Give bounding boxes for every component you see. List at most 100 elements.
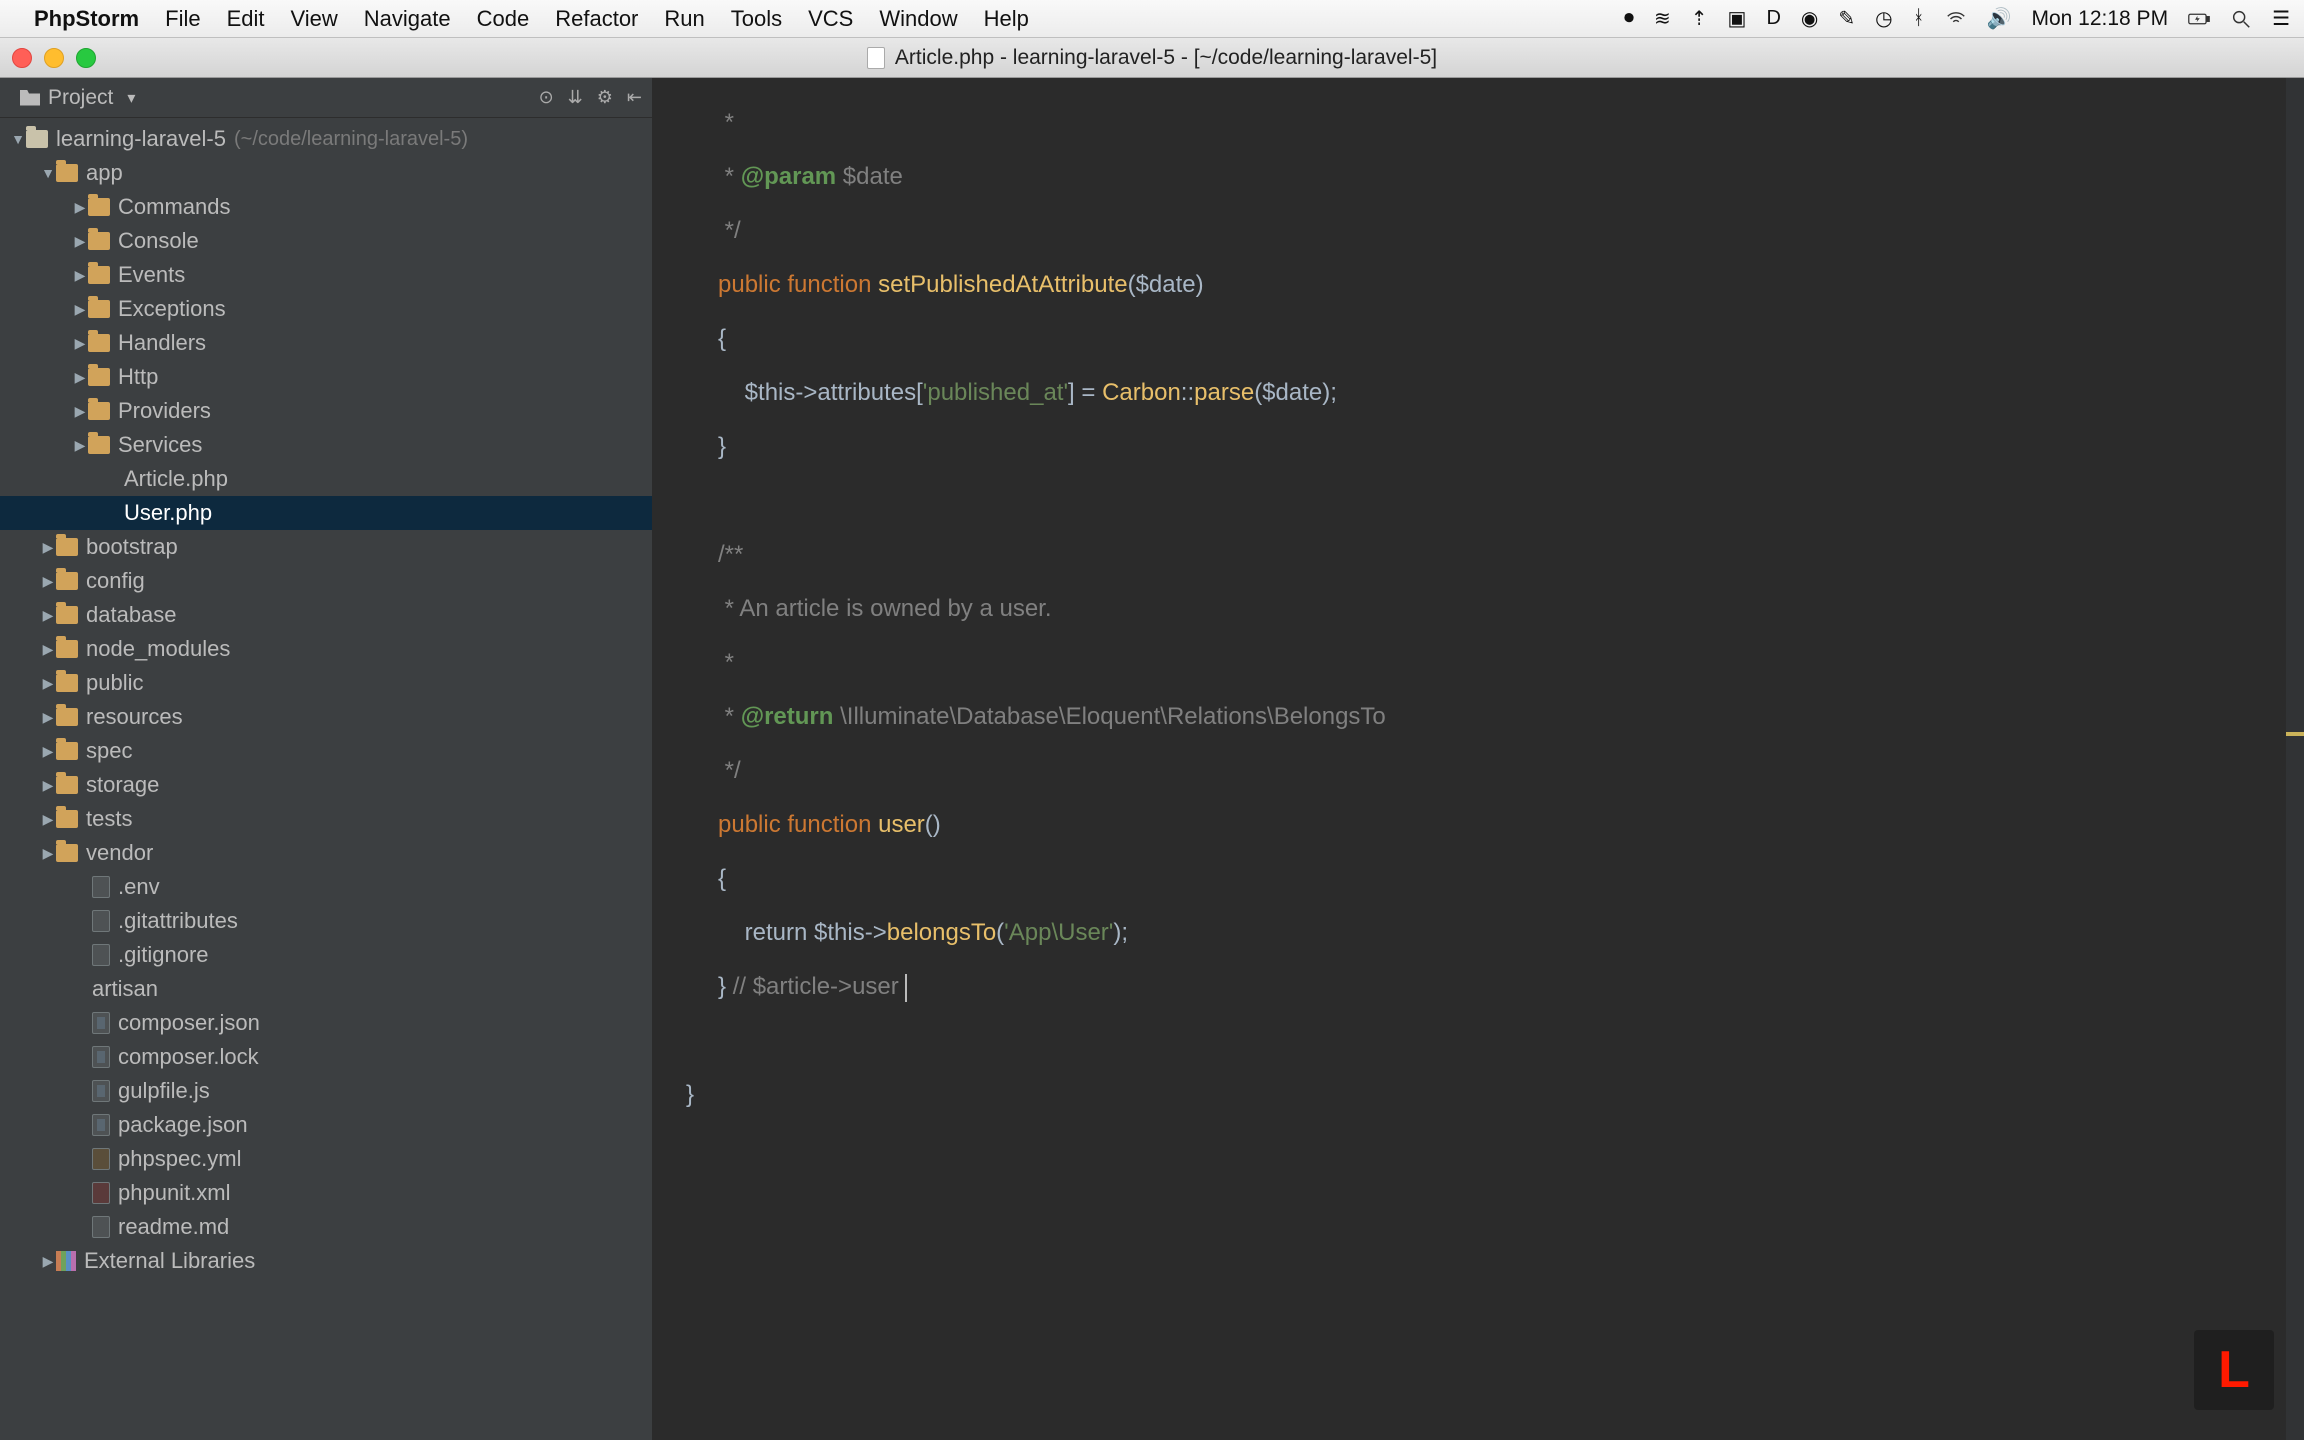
wifi-icon[interactable]	[1945, 8, 1967, 30]
expand-arrow-icon[interactable]: ▶	[72, 258, 88, 292]
file-icon	[92, 1080, 110, 1102]
tree-folder[interactable]: ▶ Commands	[0, 190, 652, 224]
expand-arrow-icon[interactable]: ▶	[40, 666, 56, 700]
spotlight-icon[interactable]	[2230, 8, 2252, 30]
menu-navigate[interactable]: Navigate	[364, 6, 451, 32]
error-stripe[interactable]	[2286, 78, 2304, 1440]
bluetooth-icon[interactable]: ᚼ	[1913, 7, 1925, 30]
tree-folder-app[interactable]: ▼ app	[0, 156, 652, 190]
status-icon-circle[interactable]: ◉	[1801, 6, 1818, 31]
expand-arrow-icon[interactable]: ▶	[40, 632, 56, 666]
expand-arrow-icon[interactable]: ▼	[40, 156, 56, 190]
menu-refactor[interactable]: Refactor	[555, 6, 638, 32]
tree-file[interactable]: ▶ composer.json	[0, 1006, 652, 1040]
expand-arrow-icon[interactable]: ▶	[40, 802, 56, 836]
collapse-icon[interactable]: ⇊	[568, 87, 583, 108]
battery-icon[interactable]	[2188, 8, 2210, 30]
tree-file[interactable]: ▶ composer.lock	[0, 1040, 652, 1074]
menubar-clock[interactable]: Mon 12:18 PM	[2031, 7, 2168, 31]
tree-folder[interactable]: ▶ bootstrap	[0, 530, 652, 564]
tree-file[interactable]: ▶ readme.md	[0, 1210, 652, 1244]
app-name[interactable]: PhpStorm	[34, 6, 139, 32]
tree-folder[interactable]: ▶ Exceptions	[0, 292, 652, 326]
expand-arrow-icon[interactable]: ▶	[40, 598, 56, 632]
tree-folder[interactable]: ▶ tests	[0, 802, 652, 836]
tree-folder[interactable]: ▶ Console	[0, 224, 652, 258]
tree-folder[interactable]: ▶ public	[0, 666, 652, 700]
status-icon-briefcase[interactable]: ▣	[1728, 6, 1747, 31]
expand-arrow-icon[interactable]: ▶	[72, 190, 88, 224]
tree-file[interactable]: ▶ Article.php	[0, 462, 652, 496]
tree-folder[interactable]: ▶ Http	[0, 360, 652, 394]
tree-file[interactable]: ▶ .gitignore	[0, 938, 652, 972]
gear-icon[interactable]: ⚙	[597, 87, 613, 108]
tree-folder[interactable]: ▶ Events	[0, 258, 652, 292]
tree-file[interactable]: ▶ User.php	[0, 496, 652, 530]
status-icon-clock[interactable]: ◷	[1875, 6, 1892, 31]
tree-folder[interactable]: ▶ Handlers	[0, 326, 652, 360]
hide-icon[interactable]: ⇤	[627, 87, 642, 108]
tree-folder[interactable]: ▶ node_modules	[0, 632, 652, 666]
laravel-badge[interactable]: L	[2194, 1330, 2274, 1410]
folder-icon	[56, 606, 78, 624]
tree-folder[interactable]: ▶ spec	[0, 734, 652, 768]
expand-arrow-icon[interactable]: ▶	[40, 836, 56, 870]
code-line: /**	[670, 541, 743, 568]
expand-arrow-icon[interactable]: ▶	[40, 734, 56, 768]
menu-file[interactable]: File	[165, 6, 200, 32]
tree-file[interactable]: ▶ package.json	[0, 1108, 652, 1142]
expand-arrow-icon[interactable]: ▶	[72, 224, 88, 258]
menu-window[interactable]: Window	[879, 6, 957, 32]
project-dropdown[interactable]: Project ▾	[10, 84, 145, 112]
tree-label: .gitignore	[118, 938, 209, 972]
expand-arrow-icon[interactable]: ▶	[72, 360, 88, 394]
tree-file[interactable]: ▶ phpspec.yml	[0, 1142, 652, 1176]
tree-folder[interactable]: ▶ vendor	[0, 836, 652, 870]
tree-folder[interactable]: ▶ Providers	[0, 394, 652, 428]
tree-folder[interactable]: ▶ storage	[0, 768, 652, 802]
file-icon	[867, 47, 885, 69]
tree-folder[interactable]: ▶ database	[0, 598, 652, 632]
status-icon-2[interactable]: ≋	[1654, 6, 1671, 31]
tree-label: tests	[86, 802, 132, 836]
tree-file[interactable]: ▶ gulpfile.js	[0, 1074, 652, 1108]
tree-label: readme.md	[118, 1210, 229, 1244]
menu-code[interactable]: Code	[477, 6, 530, 32]
expand-arrow-icon[interactable]: ▶	[40, 564, 56, 598]
tree-file[interactable]: ▶ artisan	[0, 972, 652, 1006]
expand-arrow-icon[interactable]: ▶	[40, 1244, 56, 1278]
menu-edit[interactable]: Edit	[227, 6, 265, 32]
status-icon-d[interactable]: D	[1766, 7, 1780, 30]
locate-icon[interactable]: ⊙	[539, 87, 554, 108]
expand-arrow-icon[interactable]: ▶	[72, 292, 88, 326]
expand-arrow-icon[interactable]: ▶	[72, 394, 88, 428]
project-tree[interactable]: ▼ learning-laravel-5 (~/code/learning-la…	[0, 118, 652, 1440]
code-editor[interactable]: * * @param $date */ public function setP…	[652, 78, 2304, 1440]
tree-folder[interactable]: ▶ Services	[0, 428, 652, 462]
menu-view[interactable]: View	[291, 6, 338, 32]
status-icon-3[interactable]: ⇡	[1691, 6, 1708, 31]
expand-arrow-icon[interactable]: ▼	[10, 122, 26, 156]
expand-arrow-icon[interactable]: ▶	[72, 428, 88, 462]
tree-label: storage	[86, 768, 159, 802]
tree-file[interactable]: ▶ .gitattributes	[0, 904, 652, 938]
volume-icon[interactable]: 🔊	[1987, 6, 2012, 31]
tree-external-libraries[interactable]: ▶ External Libraries	[0, 1244, 652, 1278]
expand-arrow-icon[interactable]: ▶	[40, 530, 56, 564]
tree-folder[interactable]: ▶ config	[0, 564, 652, 598]
menu-run[interactable]: Run	[664, 6, 704, 32]
expand-arrow-icon[interactable]: ▶	[72, 326, 88, 360]
expand-arrow-icon[interactable]: ▶	[40, 768, 56, 802]
expand-arrow-icon[interactable]: ▶	[40, 700, 56, 734]
menu-tools[interactable]: Tools	[731, 6, 782, 32]
status-icon-key[interactable]: ✎	[1838, 6, 1855, 31]
tree-file[interactable]: ▶ .env	[0, 870, 652, 904]
tree-file[interactable]: ▶ phpunit.xml	[0, 1176, 652, 1210]
tree-folder[interactable]: ▶ resources	[0, 700, 652, 734]
notifications-icon[interactable]: ☰	[2272, 6, 2290, 31]
tree-label: public	[86, 666, 143, 700]
tree-root[interactable]: ▼ learning-laravel-5 (~/code/learning-la…	[0, 122, 652, 156]
menu-vcs[interactable]: VCS	[808, 6, 853, 32]
menu-help[interactable]: Help	[984, 6, 1029, 32]
status-icon-1[interactable]: ⏺︎	[1624, 7, 1634, 30]
